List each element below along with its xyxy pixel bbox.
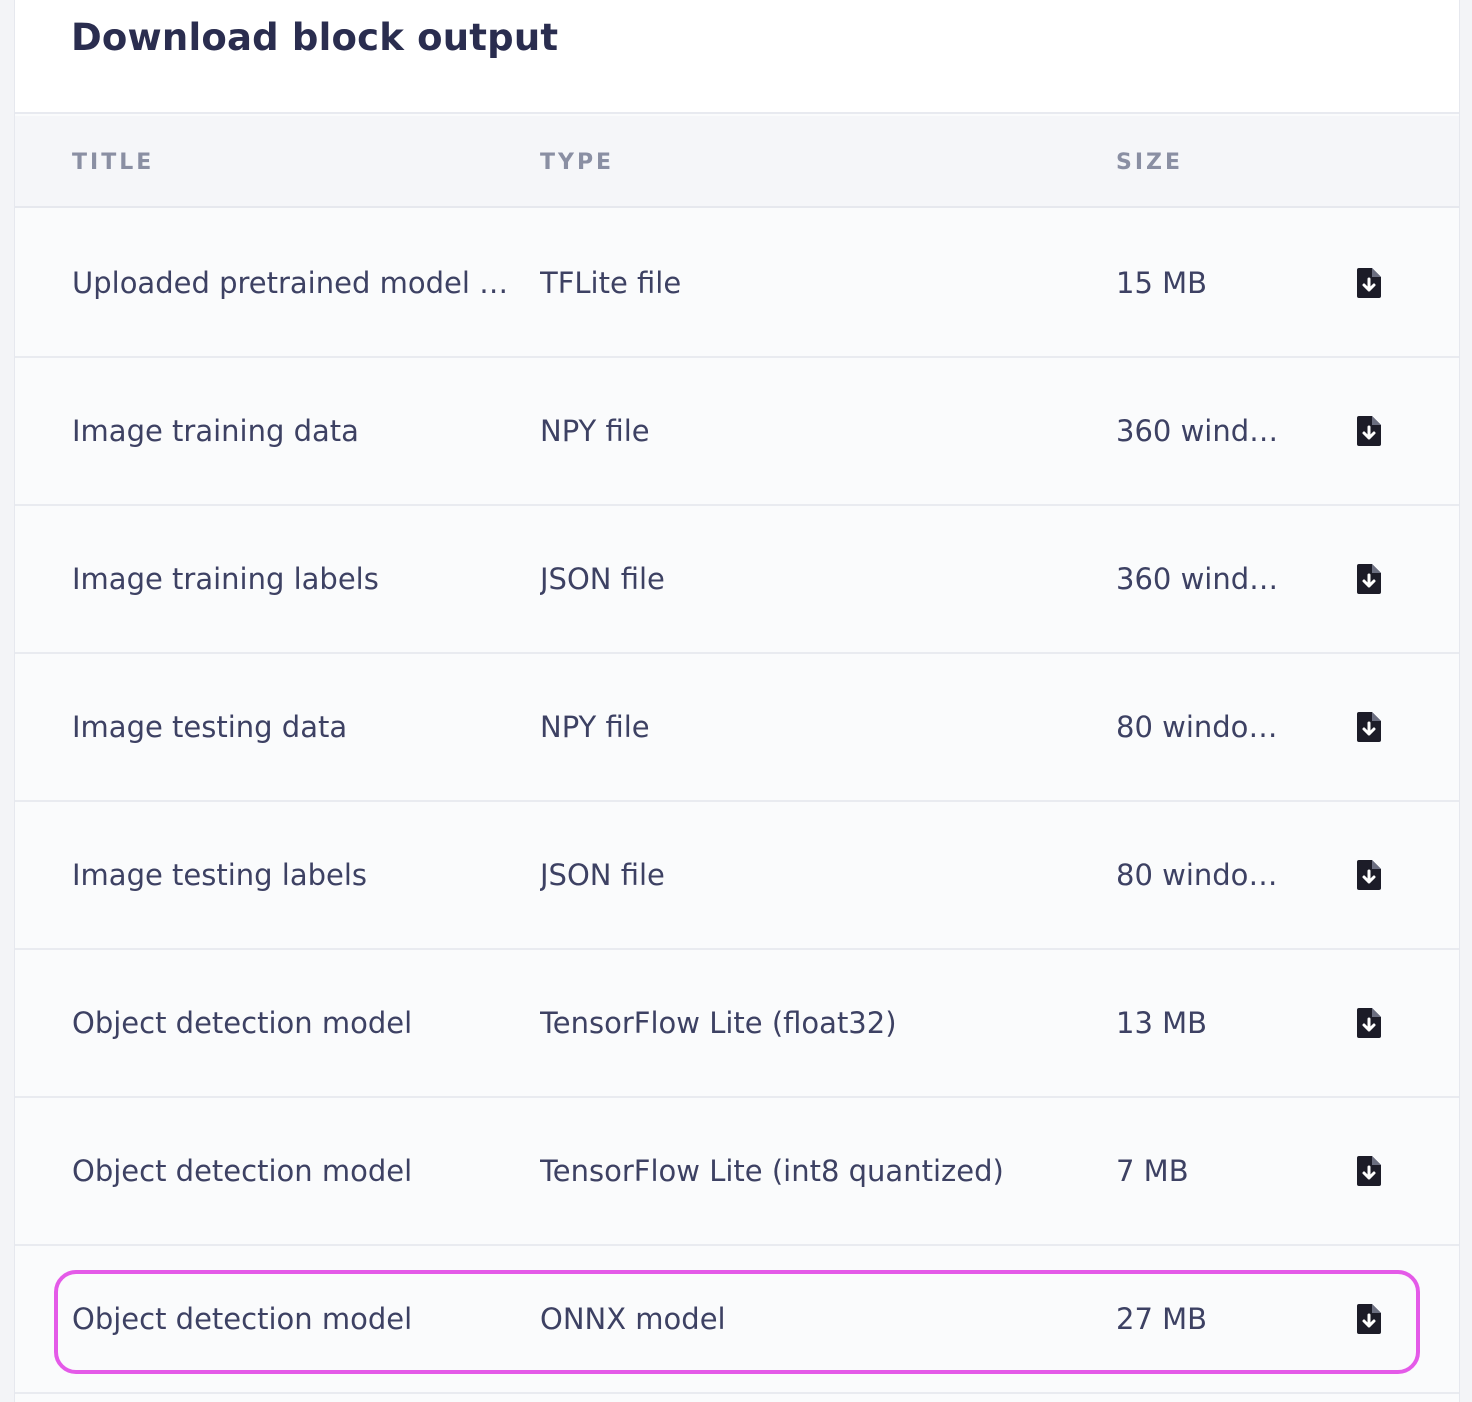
row-title: Image training labels <box>72 562 379 596</box>
row-type: JSON file <box>540 858 665 892</box>
file-download-icon[interactable] <box>1351 709 1387 745</box>
table-row: Image testing data NPY file 80 windows <box>15 654 1459 802</box>
file-download-icon[interactable] <box>1351 857 1387 893</box>
column-header-type: TYPE <box>540 150 615 175</box>
row-title: Uploaded pretrained model (l... <box>72 266 512 300</box>
row-size: 360 windo... <box>1116 414 1286 448</box>
download-block-output-card: Download block output TITLE TYPE SIZE Up… <box>14 0 1460 1402</box>
row-size: 7 MB <box>1116 1154 1189 1188</box>
table-row: Object detection model TensorFlow Lite (… <box>15 950 1459 1098</box>
row-type: JSON file <box>540 562 665 596</box>
table-row: Image training labels JSON file 360 wind… <box>15 506 1459 654</box>
row-size: 80 windows <box>1116 858 1286 892</box>
file-download-icon[interactable] <box>1351 413 1387 449</box>
row-type: NPY file <box>540 414 650 448</box>
row-size: 27 MB <box>1116 1302 1208 1336</box>
table-row: Image training data NPY file 360 windo..… <box>15 358 1459 506</box>
row-type: NPY file <box>540 710 650 744</box>
card-header: Download block output <box>15 0 1459 114</box>
row-title: Object detection model <box>72 1302 413 1336</box>
row-size: 360 windo... <box>1116 562 1286 596</box>
table-row-highlighted: Object detection model ONNX model 27 MB <box>15 1246 1459 1394</box>
table-header: TITLE TYPE SIZE <box>15 116 1459 208</box>
row-size: 80 windows <box>1116 710 1286 744</box>
row-title: Object detection model <box>72 1006 413 1040</box>
table-row: Object detection model TensorFlow Lite (… <box>15 1098 1459 1246</box>
table-row: Uploaded pretrained model (l... TFLite f… <box>15 210 1459 358</box>
file-download-icon[interactable] <box>1351 1301 1387 1337</box>
table-row: Image testing labels JSON file 80 window… <box>15 802 1459 950</box>
file-download-icon[interactable] <box>1351 1153 1387 1189</box>
row-type: ONNX model <box>540 1302 726 1336</box>
row-type: TensorFlow Lite (float32) <box>540 1006 897 1040</box>
page-title: Download block output <box>71 16 559 59</box>
row-title: Object detection model <box>72 1154 413 1188</box>
row-title: Image training data <box>72 414 359 448</box>
row-type: TensorFlow Lite (int8 quantized) <box>540 1154 1004 1188</box>
row-size: 13 MB <box>1116 1006 1208 1040</box>
file-download-icon[interactable] <box>1351 265 1387 301</box>
file-download-icon[interactable] <box>1351 561 1387 597</box>
row-title: Image testing data <box>72 710 348 744</box>
file-download-icon[interactable] <box>1351 1005 1387 1041</box>
row-title: Image testing labels <box>72 858 368 892</box>
column-header-title: TITLE <box>72 150 155 175</box>
row-type: TFLite file <box>540 266 682 300</box>
column-header-size: SIZE <box>1116 150 1184 175</box>
row-size: 15 MB <box>1116 266 1208 300</box>
